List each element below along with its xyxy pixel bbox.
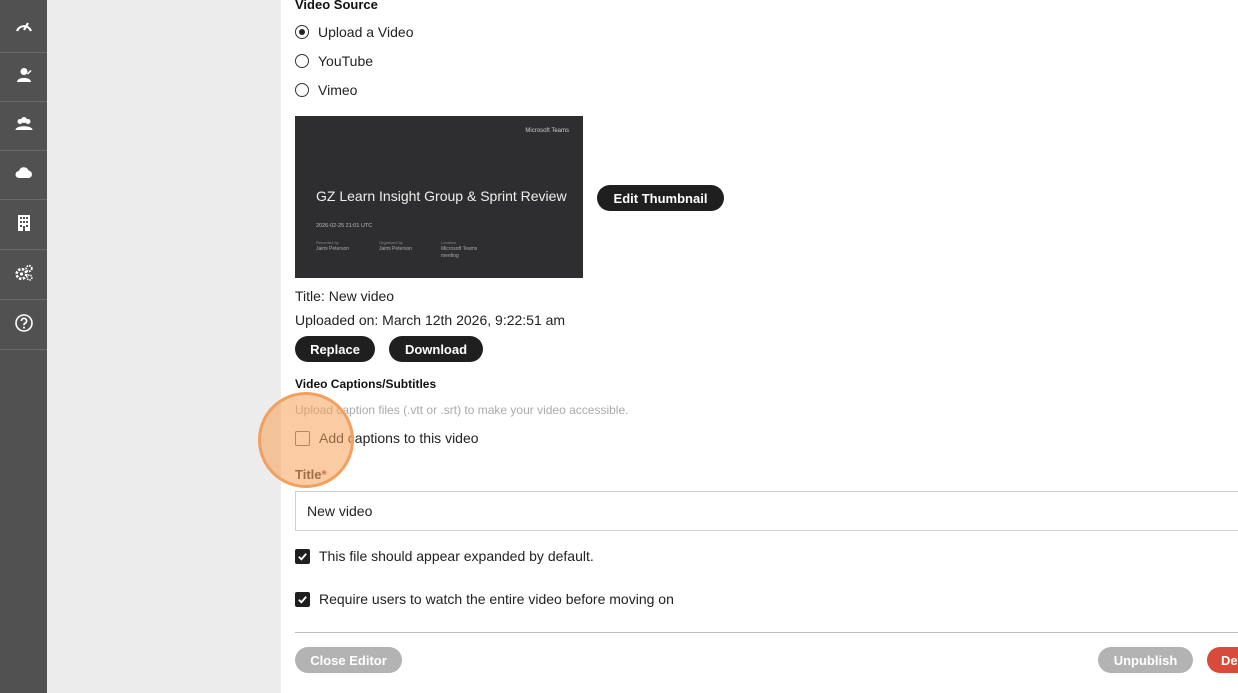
upload-date-line: Uploaded on: March 12th 2026, 9:22:51 am [295, 312, 566, 328]
radio-upload-video[interactable]: Upload a Video [295, 24, 413, 40]
radio-label: YouTube [318, 53, 374, 69]
speedometer-icon [14, 16, 34, 41]
checkmark-icon [298, 552, 307, 561]
expanded-default-label: This file should appear expanded by defa… [319, 548, 594, 564]
footer-divider [295, 632, 1238, 633]
help-icon [14, 313, 34, 338]
thumbnail-meta-value: Jaimi Peterson [379, 245, 413, 252]
expanded-default-checkbox-row[interactable]: This file should appear expanded by defa… [295, 548, 594, 564]
add-captions-checkbox-row[interactable]: Add captions to this video [295, 430, 479, 446]
unpublish-button[interactable]: Unpublish [1098, 647, 1193, 673]
video-title-line: Title: New video [295, 288, 395, 304]
thumbnail-brand: Microsoft Teams [525, 128, 569, 134]
content-gutter [47, 0, 281, 693]
radio-youtube[interactable]: YouTube [295, 53, 373, 69]
nav-cloud[interactable] [0, 151, 47, 200]
title-field-label: Title* [295, 467, 327, 482]
thumbnail-date: 2026-02-25 21:01 UTC [316, 223, 373, 229]
delete-button[interactable]: Delete [1207, 647, 1238, 673]
radio-button[interactable] [295, 54, 309, 68]
nav-settings[interactable] [0, 251, 47, 300]
nav-users[interactable] [0, 53, 47, 102]
require-watch-checkbox-row[interactable]: Require users to watch the entire video … [295, 591, 674, 607]
title-input[interactable] [295, 491, 1238, 531]
captions-hint: Upload caption files (.vtt or .srt) to m… [295, 403, 629, 417]
building-icon [14, 213, 34, 238]
required-asterisk: * [321, 467, 327, 482]
thumbnail-meta-value: Jaimi Peterson [316, 245, 350, 252]
nav-groups[interactable] [0, 102, 47, 151]
add-captions-checkbox[interactable] [295, 430, 310, 446]
radio-vimeo[interactable]: Vimeo [295, 82, 357, 98]
captions-heading: Video Captions/Subtitles [295, 377, 437, 391]
expanded-default-checkbox[interactable] [295, 548, 310, 564]
nav-organization[interactable] [0, 201, 47, 250]
cloud-icon [14, 163, 34, 188]
video-thumbnail: Microsoft Teams GZ Learn Insight Group &… [295, 116, 583, 278]
thumbnail-meta: Recorded by Jaimi Peterson [316, 240, 349, 253]
user-icon [14, 65, 34, 90]
radio-button-selected[interactable] [295, 25, 309, 39]
video-source-heading: Video Source [295, 0, 378, 12]
add-captions-label: Add captions to this video [319, 430, 479, 446]
sidebar [0, 0, 47, 693]
close-editor-button[interactable]: Close Editor [295, 647, 402, 673]
title-label-text: Title [295, 467, 322, 482]
users-group-icon [14, 114, 34, 139]
radio-label: Upload a Video [318, 24, 414, 40]
thumbnail-meta: Organized by Jaimi Peterson [379, 240, 412, 253]
require-watch-label: Require users to watch the entire video … [319, 591, 674, 607]
radio-label: Vimeo [318, 82, 358, 98]
thumbnail-meta-value: Microsoft Teams meeting [441, 245, 478, 259]
require-watch-checkbox[interactable] [295, 591, 310, 607]
checkmark-icon [298, 595, 307, 604]
thumbnail-meta: Location Microsoft Teams meeting [441, 240, 491, 260]
thumbnail-headline: GZ Learn Insight Group & Sprint Review [316, 188, 567, 204]
nav-dashboard[interactable] [0, 4, 47, 53]
radio-button[interactable] [295, 83, 309, 97]
edit-thumbnail-button[interactable]: Edit Thumbnail [597, 185, 724, 211]
gears-icon [14, 263, 34, 288]
nav-help[interactable] [0, 301, 47, 350]
download-button[interactable]: Download [389, 336, 483, 362]
replace-button[interactable]: Replace [295, 336, 375, 362]
